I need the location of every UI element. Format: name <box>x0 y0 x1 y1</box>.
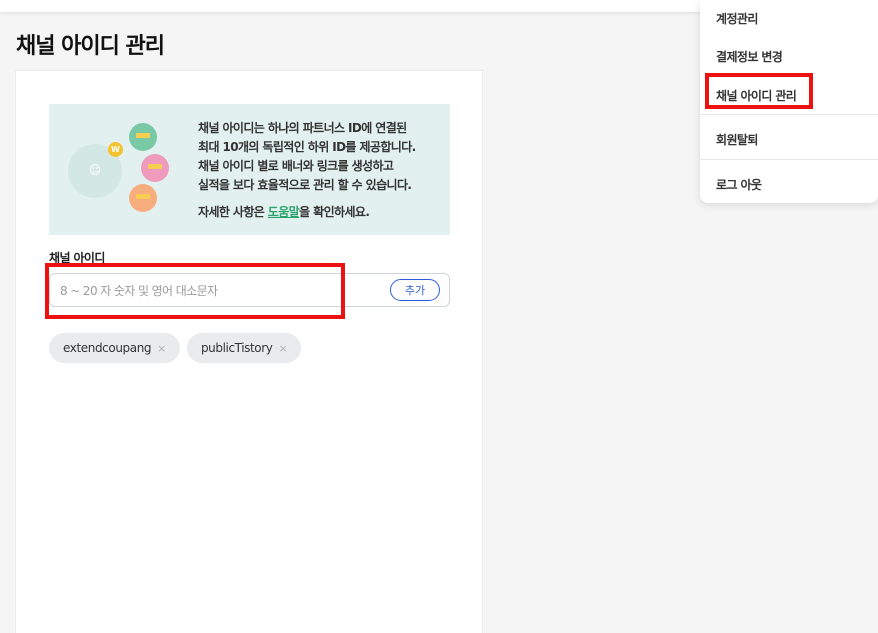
banner-line: 실적을 보다 효율적으로 관리 할 수 있습니다. <box>198 178 412 192</box>
menu-divider <box>700 114 878 115</box>
add-button[interactable]: 추가 <box>390 279 440 301</box>
banner-line: 채널 아이디 별로 배너와 링크를 생성하고 <box>198 159 394 173</box>
channel-id-input-wrapper: 추가 <box>49 273 450 307</box>
banner-line: 채널 아이디는 하나의 파트너스 ID에 연결된 <box>198 121 407 135</box>
user-icon: ☺ <box>88 163 102 177</box>
menu-divider <box>700 159 878 160</box>
menu-item-account[interactable]: 계정관리 <box>716 10 758 27</box>
info-banner: ☺ W 채널 아이디는 하나의 파트너스 ID에 연결된 최대 10개의 독립적… <box>49 104 450 235</box>
channel-tag: publicTistory × <box>186 333 302 363</box>
remove-tag-icon[interactable]: × <box>279 342 288 355</box>
page-title: 채널 아이디 관리 <box>16 34 165 59</box>
help-prefix: 자세한 사항은 <box>198 205 268 219</box>
remove-tag-icon[interactable]: × <box>157 342 166 355</box>
help-suffix: 을 확인하세요. <box>299 205 370 219</box>
tag-label: extendcoupang <box>63 341 152 355</box>
channel-tag-list: extendcoupang × publicTistory × <box>49 333 302 363</box>
channel-id-label: 채널 아이디 <box>49 251 105 265</box>
menu-item-channel-id[interactable]: 채널 아이디 관리 <box>716 87 797 104</box>
channel-tag: extendcoupang × <box>49 333 180 363</box>
w-badge-icon: W <box>108 142 123 157</box>
channel-id-input[interactable] <box>60 280 380 302</box>
tag-label: publicTistory <box>200 341 273 355</box>
account-menu: 계정관리 결제정보 변경 채널 아이디 관리 회원탈퇴 로그 아웃 <box>700 0 878 203</box>
banner-line: 최대 10개의 독립적인 하위 ID를 제공합니다. <box>198 140 416 154</box>
banner-description: 채널 아이디는 하나의 파트너스 ID에 연결된 최대 10개의 독립적인 하위… <box>198 119 416 195</box>
channel-chip-icon <box>129 123 157 151</box>
channel-chip-icon <box>129 184 157 212</box>
menu-item-logout[interactable]: 로그 아웃 <box>716 176 762 193</box>
channel-chip-icon <box>141 154 169 182</box>
channel-id-card: ☺ W 채널 아이디는 하나의 파트너스 ID에 연결된 최대 10개의 독립적… <box>15 70 483 633</box>
menu-item-payment[interactable]: 결제정보 변경 <box>716 48 783 65</box>
help-link[interactable]: 도움말 <box>268 205 300 219</box>
menu-item-withdraw[interactable]: 회원탈퇴 <box>716 131 758 148</box>
banner-help-text: 자세한 사항은 도움말을 확인하세요. <box>198 203 370 222</box>
